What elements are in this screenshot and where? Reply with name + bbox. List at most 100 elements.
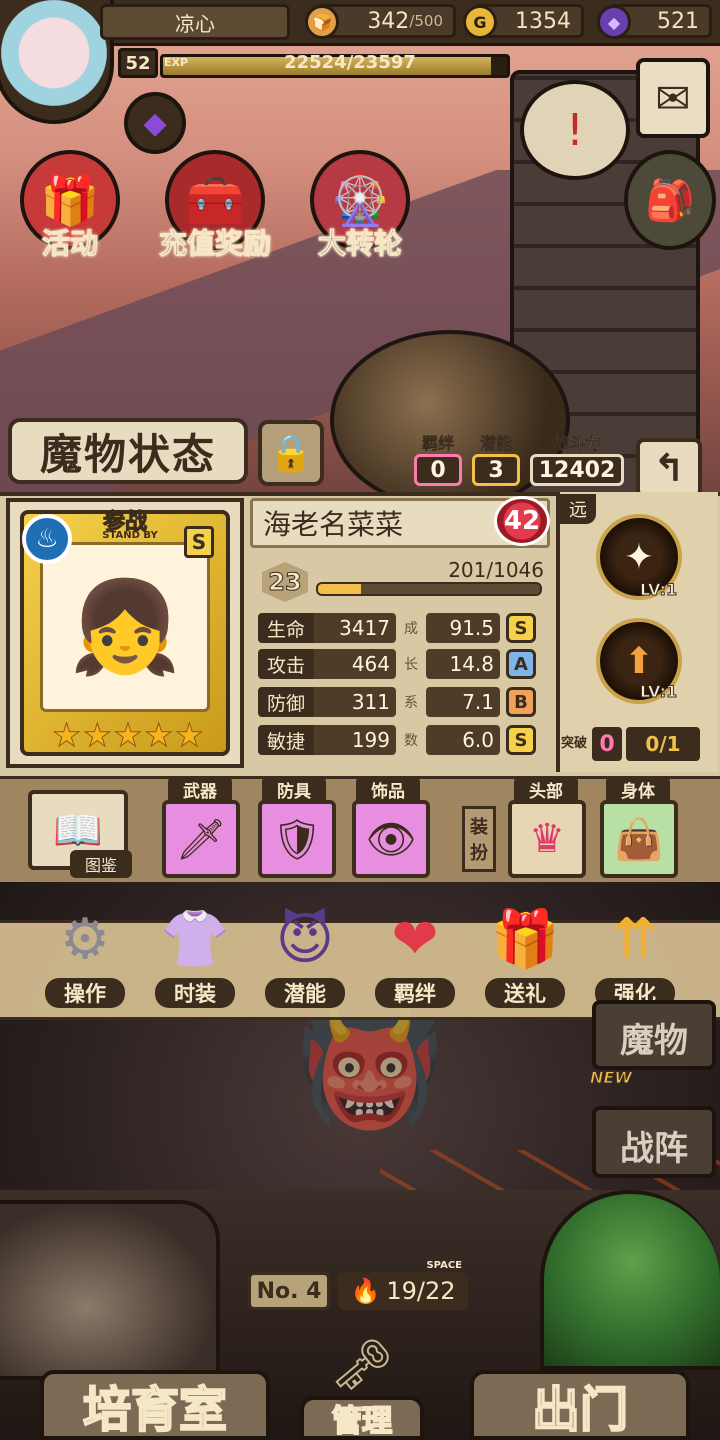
stat-value: 311 xyxy=(314,687,396,717)
growth-label-char: 数 xyxy=(404,733,418,749)
armor-slot[interactable]: 🛡 xyxy=(258,800,336,878)
exit-tree[interactable] xyxy=(540,1190,720,1370)
outfit-label: 装扮 xyxy=(462,806,496,872)
skill-1-level: LV:1 xyxy=(639,580,678,600)
stat-grade: S xyxy=(506,725,536,755)
stamina-counter[interactable]: 🍞 342 /500 xyxy=(305,4,456,39)
new-badge: NEW xyxy=(590,1068,633,1088)
star-icon: ★ xyxy=(82,716,112,755)
enhance-button[interactable]: ⇈ 强化 xyxy=(590,900,680,1012)
buy-gem-button[interactable]: ◆ xyxy=(124,92,186,154)
horn-hat-icon: ♛ xyxy=(529,816,565,862)
bond-button[interactable]: ❤ 羁绊 xyxy=(370,900,460,1012)
gem-counter[interactable]: ◆ 521 xyxy=(597,4,712,39)
stat-growth: 7.1 xyxy=(426,687,500,717)
fashion-button[interactable]: 👚 时装 xyxy=(150,900,240,1012)
breakthrough-total[interactable]: 0/1 xyxy=(626,727,700,761)
stat-name: 防御 xyxy=(258,687,314,717)
breakthrough-label: 突破 xyxy=(560,736,587,751)
gold-counter[interactable]: G 1354 xyxy=(463,4,584,39)
backpack-icon[interactable]: 🎒 xyxy=(624,150,716,250)
exit-button[interactable]: 出门 xyxy=(470,1370,690,1440)
monster-number: No. 4 xyxy=(248,1272,330,1310)
affection-heart-icon: 42 xyxy=(494,496,550,546)
stat-value: 464 xyxy=(314,649,396,679)
power-label: 战斗力 xyxy=(552,434,602,454)
event-activity-button[interactable]: 🎁 活动 xyxy=(10,150,130,270)
player-name[interactable]: 凉心 xyxy=(100,4,290,40)
fire-skill-icon: ⬆ xyxy=(623,640,655,682)
potential-button[interactable]: 😈 潜能 xyxy=(260,900,350,1012)
exp-label: EXP xyxy=(164,56,189,69)
stat-name: 生命 xyxy=(258,613,314,643)
weapon-slot[interactable]: 🗡 xyxy=(162,800,240,878)
nursery-nest[interactable] xyxy=(0,1200,220,1380)
affection-value: 42 xyxy=(503,506,541,536)
standby-sub-label: STAND BY xyxy=(102,530,158,541)
event-wheel-button[interactable]: 🎡 大转轮 xyxy=(300,150,420,270)
lock-icon[interactable]: 🔒 xyxy=(258,420,324,486)
head-slot[interactable]: ♛ xyxy=(508,800,586,878)
head-slot-label: 头部 xyxy=(514,776,578,802)
accessory-slot-label: 饰品 xyxy=(356,776,420,802)
growth-label-char: 系 xyxy=(404,695,418,711)
back-button[interactable]: ↰ xyxy=(636,438,702,498)
stat-name: 攻击 xyxy=(258,649,314,679)
bag-outfit-icon: 👜 xyxy=(614,816,664,863)
quest-scroll-icon[interactable]: ! xyxy=(520,80,630,180)
player-avatar[interactable] xyxy=(0,0,114,124)
accessory-slot[interactable]: 👁 xyxy=(352,800,430,878)
growth-label-char: 长 xyxy=(404,657,418,673)
operate-button[interactable]: ⚙ 操作 xyxy=(40,900,130,1012)
manage-button[interactable]: 管理 xyxy=(300,1396,424,1440)
bond-value: 0 xyxy=(414,454,462,486)
monster-portrait[interactable]: 👧 xyxy=(40,542,210,712)
monster-exp-bar xyxy=(316,582,542,596)
stat-grade: B xyxy=(506,687,536,717)
event-activity-label: 活动 xyxy=(41,227,98,261)
event-wheel-label: 大转轮 xyxy=(317,227,402,261)
flame-icon: 🔥 xyxy=(350,1277,381,1305)
bread-icon: 🍞 xyxy=(305,5,339,39)
potential-stat: 潜能 3 xyxy=(472,430,520,486)
exp-text: 22524/23597 xyxy=(284,52,416,73)
stat-value: 199 xyxy=(314,725,396,755)
keys-icon: 🗝 xyxy=(330,1335,394,1394)
gold-value: 1354 xyxy=(515,8,571,34)
monster-counter: No. 4 SPACE 🔥 19/22 xyxy=(248,1260,474,1312)
breakthrough-value: 0 xyxy=(592,727,622,761)
event-recharge-button[interactable]: 🧰 充值奖励 xyxy=(150,150,280,270)
gold-coin-icon: G xyxy=(463,5,497,39)
fashion-label: 时装 xyxy=(155,978,235,1008)
potential-value: 3 xyxy=(472,454,520,486)
gift-button[interactable]: 🎁 送礼 xyxy=(480,900,570,1012)
body-slot[interactable]: 👜 xyxy=(600,800,678,878)
book-icon: 📖 xyxy=(53,807,103,854)
range-tag: 远 xyxy=(560,494,596,524)
stat-row-agility: 敏捷 199 数 6.0 S xyxy=(258,724,548,756)
water-element-icon: ♨ xyxy=(22,514,72,564)
space-box: SPACE 🔥 19/22 xyxy=(338,1260,468,1310)
monster-exp-fill xyxy=(318,584,361,594)
potential-action-label: 潜能 xyxy=(265,978,345,1008)
light-skill-icon: ✦ xyxy=(623,536,655,578)
stat-growth: 6.0 xyxy=(426,725,500,755)
formation-button[interactable]: 战阵 xyxy=(592,1106,716,1178)
gem-plus-icon: ◆ xyxy=(143,105,167,141)
body-slot-label: 身体 xyxy=(606,776,670,802)
stat-growth: 91.5 xyxy=(426,613,500,643)
clothes-icon: 👚 xyxy=(160,907,230,972)
stat-grade: S xyxy=(506,613,536,643)
mail-icon[interactable]: ✉ xyxy=(636,58,710,138)
space-label: SPACE xyxy=(426,1260,462,1271)
stat-row-attack: 攻击 464 长 14.8 A xyxy=(258,648,548,680)
power-value: 12402 xyxy=(530,454,624,486)
potential-label: 潜能 xyxy=(479,434,513,454)
power-stat: 战斗力 12402 xyxy=(530,430,624,486)
nursery-button[interactable]: 培育室 xyxy=(40,1370,270,1440)
hearts-icon: ❤ xyxy=(391,906,439,972)
monster-button[interactable]: 魔物 xyxy=(592,1000,716,1070)
monster-exp-text: 201/1046 xyxy=(448,558,544,582)
bond-label: 羁绊 xyxy=(421,434,455,454)
bond-stat: 羁绊 0 xyxy=(414,430,462,486)
